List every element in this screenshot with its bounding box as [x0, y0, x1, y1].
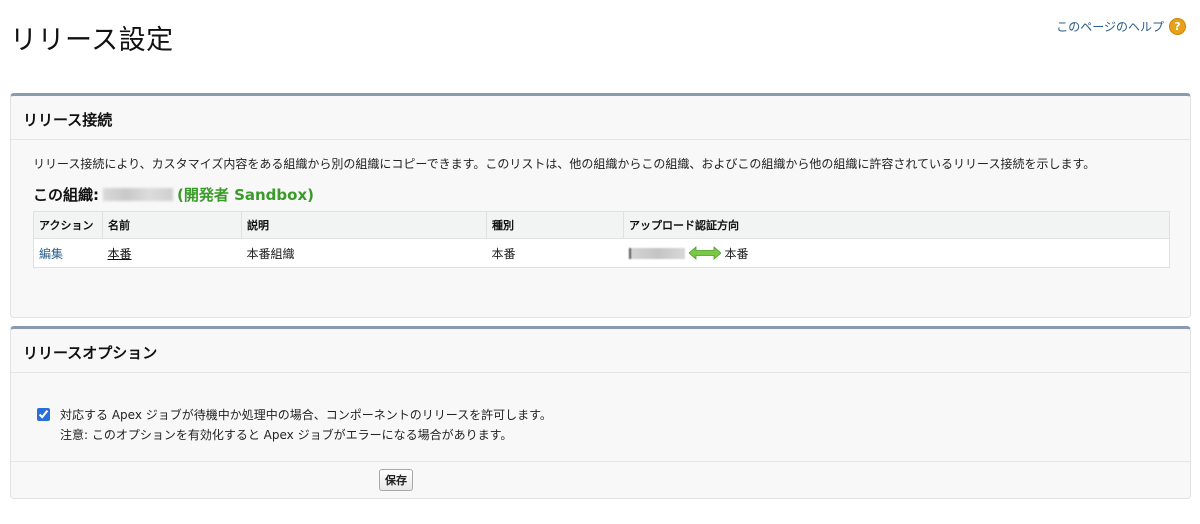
redacted-org-name: [103, 188, 173, 201]
current-org-line: この組織: (開発者 Sandbox): [33, 184, 1168, 205]
column-header-description: 説明: [241, 211, 487, 239]
direction-target: 本番: [724, 246, 749, 261]
column-header-action: アクション: [33, 211, 103, 239]
column-header-name: 名前: [102, 211, 242, 239]
connection-type-cell: 本番: [491, 246, 516, 261]
page-title: リリース設定: [10, 25, 174, 56]
table-row: 編集 本番 本番組織 本番 本番: [34, 239, 1170, 268]
allow-deploy-note: 注意: このオプションを有効化すると Apex ジョブがエラーになる場合がありま…: [60, 428, 513, 442]
question-icon: ?: [1169, 18, 1186, 35]
allow-deploy-label: 対応する Apex ジョブが待機中か処理中の場合、コンポーネントのリリースを許可…: [60, 408, 552, 422]
release-options-panel: リリースオプション 対応する Apex ジョブが待機中か処理中の場合、コンポーネ…: [10, 326, 1191, 499]
table-header-row: アクション 名前 説明 種別 アップロード認証方向: [33, 211, 1170, 239]
allow-deploy-checkbox[interactable]: [37, 408, 50, 421]
column-header-upload-direction: アップロード認証方向: [623, 211, 1170, 239]
allow-deploy-option: 対応する Apex ジョブが待機中か処理中の場合、コンポーネントのリリースを許可…: [37, 405, 1168, 445]
release-options-header: リリースオプション: [11, 329, 1190, 373]
help-link[interactable]: このページのヘルプ ?: [1056, 18, 1186, 35]
help-link-label: このページのヘルプ: [1056, 20, 1164, 34]
column-header-type: 種別: [486, 211, 624, 239]
edit-link[interactable]: 編集: [39, 247, 63, 261]
connection-table: アクション 名前 説明 種別 アップロード認証方向 編集 本番 本番組織 本番: [33, 211, 1170, 268]
org-type: (開発者 Sandbox): [177, 186, 314, 204]
options-footer: 保存: [11, 461, 1190, 498]
org-label: この組織:: [33, 186, 99, 204]
redacted-org-name-small: [628, 247, 685, 259]
connection-name-link[interactable]: 本番: [108, 247, 132, 261]
release-connection-description: リリース接続により、カスタマイズ内容をある組織から別の組織にコピーできます。この…: [33, 157, 1096, 171]
release-connection-panel: リリース接続 リリース接続により、カスタマイズ内容をある組織から別の組織にコピー…: [10, 93, 1191, 318]
save-button[interactable]: 保存: [379, 469, 413, 491]
bidirectional-arrow-icon: [688, 246, 721, 260]
upload-direction-cell: 本番: [624, 239, 1170, 268]
connection-description-cell: 本番組織: [246, 246, 295, 261]
release-connection-header: リリース接続: [11, 96, 1190, 140]
